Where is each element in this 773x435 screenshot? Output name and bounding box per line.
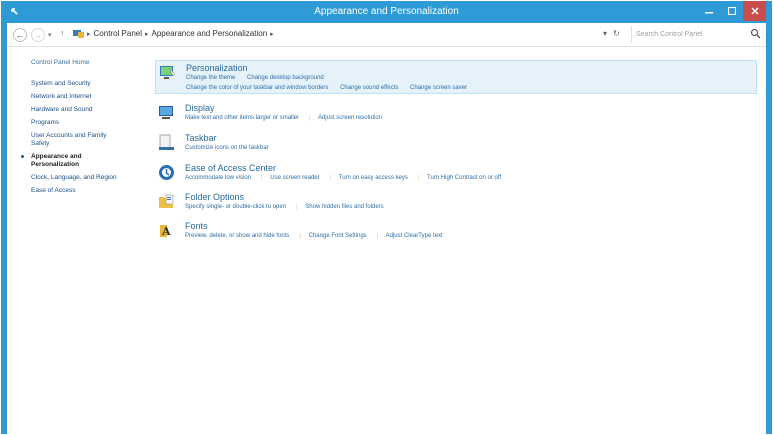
task-link[interactable]: Preview, delete, or show and hide fonts — [185, 233, 289, 239]
task-link[interactable]: Turn High Contrast on or off — [427, 175, 501, 181]
task-link[interactable]: Make text and other items larger or smal… — [185, 115, 299, 121]
task-link[interactable]: Change desktop background — [247, 75, 324, 81]
task-link[interactable]: Change the theme — [186, 75, 235, 81]
link-divider: | — [329, 175, 332, 181]
refresh-icon[interactable]: ↻ — [613, 29, 620, 38]
forward-arrow-icon: → — [33, 30, 43, 40]
task-link[interactable]: Change screen saver — [410, 85, 467, 91]
category-links: Specify single- or double-click to open |… — [185, 204, 394, 210]
address-bar: ← → ▾ ↑ ▸ Control Panel ▸ Appearance and… — [7, 23, 766, 47]
search-box[interactable] — [631, 26, 763, 43]
current-page-bullet — [21, 155, 24, 158]
task-link[interactable]: Show hidden files and folders — [305, 204, 383, 210]
category-title[interactable]: Display — [185, 103, 215, 113]
display-icon — [159, 106, 173, 119]
task-link[interactable]: Turn on easy access keys — [339, 175, 408, 181]
control-panel-window: Appearance and Personalization ← → ▾ ↑ ▸… — [1, 1, 772, 434]
link-divider: | — [261, 175, 263, 181]
personalization-icon — [160, 66, 176, 79]
link-divider: | — [417, 175, 420, 181]
category-folder-options: Folder Options Specify single- or double… — [155, 190, 757, 216]
task-link[interactable]: Accommodate low vision — [185, 175, 251, 181]
category-links: Customize icons on the taskbar — [185, 145, 279, 151]
nav-system-and-security[interactable]: System and Security — [31, 80, 151, 88]
back-button[interactable]: ← — [13, 28, 27, 42]
category-links: Accommodate low vision | Use screen reade… — [185, 175, 511, 181]
search-icon[interactable] — [750, 28, 761, 39]
category-title[interactable]: Taskbar — [185, 133, 217, 143]
nav-appearance-label: Appearance and Personalization — [31, 153, 82, 168]
minimize-button[interactable] — [697, 1, 721, 21]
category-title[interactable]: Folder Options — [185, 192, 244, 202]
category-taskbar: Taskbar Customize icons on the taskbar — [155, 131, 757, 157]
close-button[interactable] — [743, 1, 766, 21]
control-panel-small-icon — [73, 30, 84, 38]
folder-options-icon — [159, 194, 174, 208]
maximize-icon — [728, 7, 736, 15]
breadcrumb[interactable]: ▸ Control Panel ▸ Appearance and Persona… — [73, 29, 274, 38]
up-arrow-icon: ↑ — [60, 28, 65, 38]
task-link[interactable]: Adjust screen resolution — [318, 115, 382, 121]
category-fonts: A Fonts Preview, delete, or show and hid… — [155, 219, 757, 245]
nav-control-panel-home[interactable]: Control Panel Home — [31, 59, 151, 67]
minimize-icon — [705, 12, 713, 14]
breadcrumb-appearance[interactable]: Appearance and Personalization — [152, 29, 268, 38]
category-links: Make text and other items larger or smal… — [185, 115, 392, 121]
nav-ease-of-access[interactable]: Ease of Access — [31, 187, 151, 195]
ease-of-access-icon — [159, 165, 174, 180]
link-divider: | — [299, 233, 301, 239]
nav-programs[interactable]: Programs — [31, 119, 151, 127]
link-divider: | — [309, 115, 311, 121]
recent-locations-dropdown[interactable]: ▾ — [48, 31, 52, 39]
left-navigation: Control Panel Home System and Security N… — [21, 59, 151, 200]
task-link[interactable]: Adjust ClearType text — [386, 233, 443, 239]
back-arrow-icon: ← — [15, 30, 25, 40]
category-links: Preview, delete, or show and hide fonts |… — [185, 233, 453, 239]
breadcrumb-separator-icon[interactable]: ▸ — [87, 30, 91, 38]
category-links: Change the color of your taskbar and win… — [186, 85, 477, 91]
nav-clock-language-region[interactable]: Clock, Language, and Region — [31, 174, 151, 182]
nav-hardware-and-sound[interactable]: Hardware and Sound — [31, 106, 151, 114]
category-title[interactable]: Ease of Access Center — [185, 163, 276, 173]
category-title[interactable]: Fonts — [185, 221, 208, 231]
category-links: Change the theme Change desktop backgrou… — [186, 75, 334, 81]
nav-user-accounts[interactable]: User Accounts and Family Safety — [31, 132, 121, 148]
close-icon — [750, 7, 759, 15]
forward-button[interactable]: → — [31, 28, 45, 42]
breadcrumb-separator-icon[interactable]: ▸ — [270, 30, 274, 38]
task-link[interactable]: Change the color of your taskbar and win… — [186, 85, 328, 91]
task-link[interactable]: Change Font Settings — [309, 233, 367, 239]
address-dropdown-icon[interactable]: ▾ — [603, 29, 607, 38]
title-bar: Appearance and Personalization — [7, 1, 766, 23]
task-link[interactable]: Use screen reader — [270, 175, 319, 181]
fonts-icon: A — [160, 225, 171, 238]
nav-network-and-internet[interactable]: Network and Internet — [31, 93, 151, 101]
search-input[interactable] — [636, 29, 744, 40]
category-title[interactable]: Personalization — [186, 63, 248, 73]
address-controls: ▾ ↻ — [603, 29, 620, 38]
breadcrumb-control-panel[interactable]: Control Panel — [94, 29, 142, 38]
window-title: Appearance and Personalization — [314, 6, 459, 17]
task-link[interactable]: Change sound effects — [340, 85, 398, 91]
maximize-button[interactable] — [721, 1, 743, 21]
chevron-down-icon: ▾ — [48, 32, 52, 39]
task-link[interactable]: Customize icons on the taskbar — [185, 145, 269, 151]
svg-text:A: A — [161, 225, 171, 238]
category-personalization: Personalization Change the theme Change … — [155, 60, 757, 94]
link-divider: | — [296, 204, 298, 210]
link-divider: | — [376, 233, 379, 239]
breadcrumb-separator-icon[interactable]: ▸ — [145, 30, 149, 38]
up-button[interactable]: ↑ — [60, 28, 65, 38]
nav-appearance-current: Appearance and Personalization — [21, 153, 101, 169]
taskbar-icon — [159, 134, 174, 150]
category-display: Display Make text and other items larger… — [155, 101, 757, 127]
task-link[interactable]: Specify single- or double-click to open — [185, 204, 286, 210]
main-content: Control Panel Home System and Security N… — [7, 47, 766, 434]
category-ease-of-access: Ease of Access Center Accommodate low vi… — [155, 161, 757, 187]
